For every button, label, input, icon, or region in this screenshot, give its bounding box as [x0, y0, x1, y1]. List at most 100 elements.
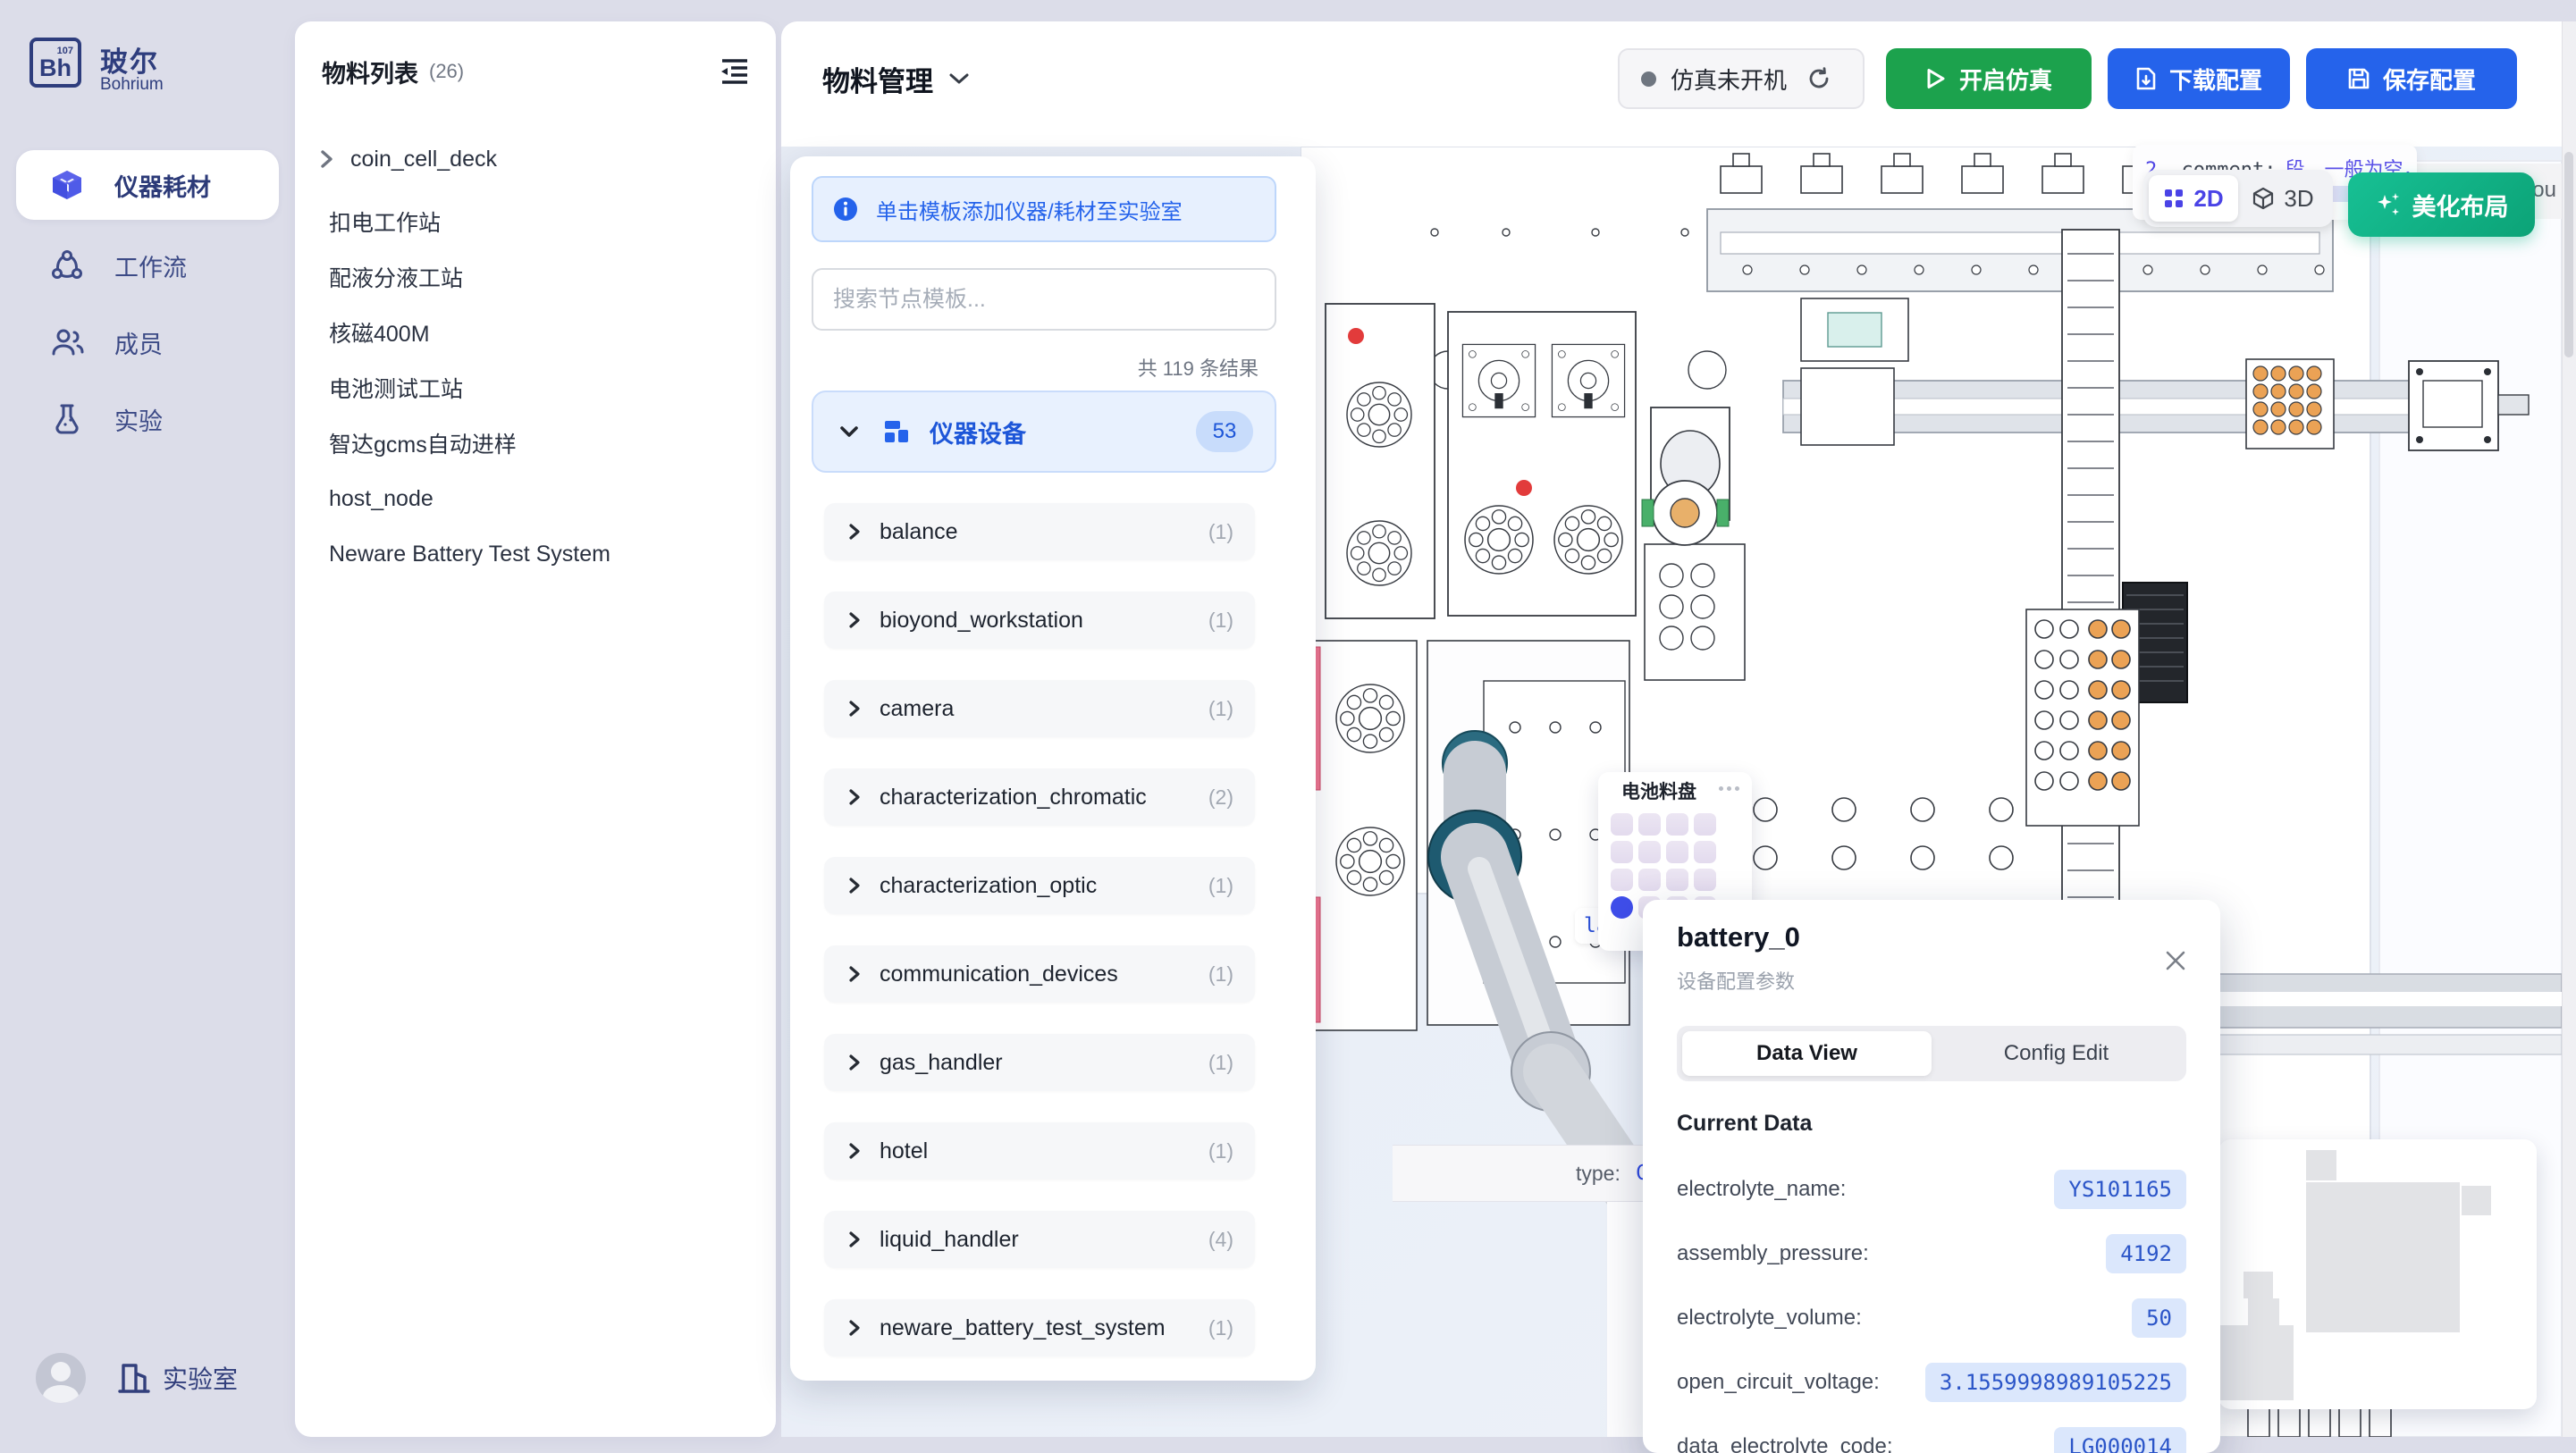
sidebar-item-instruments[interactable]: 仪器耗材	[16, 150, 279, 220]
avatar[interactable]	[36, 1353, 86, 1403]
template-item[interactable]: balance (1)	[824, 503, 1255, 560]
tray-slot[interactable]	[1638, 869, 1661, 891]
data-label: assembly_pressure:	[1677, 1241, 1869, 1266]
template-list: balance (1) bioyond_workstation (1) came	[824, 503, 1282, 1381]
device-config-popup: battery_0 设备配置参数 Data View Config Edit C…	[1643, 900, 2220, 1453]
tab-data-view[interactable]: Data View	[1682, 1031, 1932, 1076]
tree-item[interactable]: 核磁400M	[329, 306, 740, 359]
chevron-right-icon	[847, 1318, 862, 1338]
beautify-layout-button[interactable]: 美化布局	[2348, 172, 2535, 237]
sidebar-item-label: 工作流	[114, 248, 187, 283]
tray-slot[interactable]	[1694, 841, 1716, 863]
chevron-right-icon	[318, 148, 334, 170]
template-item[interactable]: liquid_handler (4)	[824, 1211, 1255, 1268]
chevron-right-icon	[847, 699, 862, 718]
tray-slot[interactable]	[1694, 813, 1716, 836]
search-input[interactable]	[813, 270, 1275, 329]
template-item[interactable]: characterization_optic (1)	[824, 857, 1255, 914]
tray-slot[interactable]	[1666, 841, 1688, 863]
minimap-block	[2248, 1298, 2279, 1327]
tray-slot[interactable]	[1638, 813, 1661, 836]
data-label: electrolyte_volume:	[1677, 1306, 1862, 1331]
app: 107 Bh 玻尔 Bohrium 仪器耗材 工作流 成员	[0, 0, 2576, 1453]
cube-icon	[50, 168, 84, 202]
page-title-dropdown[interactable]: 物料管理	[822, 55, 971, 102]
chevron-right-icon	[847, 1230, 862, 1249]
materials-count: (26)	[429, 60, 464, 83]
minimap[interactable]	[2218, 1139, 2537, 1409]
brand-name-en: Bohrium	[100, 75, 164, 95]
sidebar-footer[interactable]: 实验室	[36, 1349, 286, 1407]
data-label: electrolyte_name:	[1677, 1177, 1846, 1202]
collapse-list-icon[interactable]	[719, 57, 751, 86]
data-value: LG000014	[2054, 1427, 2186, 1453]
tree-item[interactable]: 电池测试工站	[329, 361, 740, 415]
chevron-down-icon	[947, 71, 971, 87]
template-item[interactable]: camera (1)	[824, 680, 1255, 737]
status-label: 仿真未开机	[1671, 63, 1787, 96]
building-icon	[118, 1361, 150, 1395]
tray-slot[interactable]	[1611, 813, 1633, 836]
type-key: type:	[1576, 1162, 1621, 1186]
layout-grid-icon	[883, 418, 910, 445]
sidebar: 107 Bh 玻尔 Bohrium 仪器耗材 工作流 成员	[0, 0, 295, 1453]
node-template-panel: 单击模板添加仪器/耗材至实验室 共 119 条结果 仪器设备 53 b	[790, 156, 1316, 1381]
materials-header: 物料列表 (26)	[322, 52, 751, 91]
chevron-right-icon	[847, 522, 862, 542]
template-item[interactable]: hotel (1)	[824, 1122, 1255, 1180]
tree-item[interactable]: host_node	[329, 472, 740, 525]
template-item[interactable]: neware_battery_test_system (1)	[824, 1299, 1255, 1356]
tree-item[interactable]: Neware Battery Test System	[329, 527, 740, 581]
device-subtitle: 设备配置参数	[1677, 966, 1795, 995]
data-value: 3.1559998989105225	[1925, 1363, 2186, 1402]
scrollbar-thumb[interactable]	[2564, 152, 2573, 357]
tray-slot[interactable]	[1638, 841, 1661, 863]
refresh-icon[interactable]	[1806, 66, 1831, 91]
template-item[interactable]: communication_devices (1)	[824, 945, 1255, 1003]
data-value: 4192	[2106, 1234, 2186, 1273]
tree-item-coin-cell-deck[interactable]: coin_cell_deck	[318, 132, 729, 186]
minimap-block	[2462, 1186, 2491, 1215]
sidebar-item-label: 实验	[114, 402, 163, 437]
template-item[interactable]: characterization_chromatic (2)	[824, 768, 1255, 826]
more-options-icon[interactable]	[1719, 786, 1739, 791]
download-config-button[interactable]: 下载配置	[2108, 48, 2290, 109]
tree-item[interactable]: 智达gcms自动进样	[329, 416, 740, 470]
battery-tray-header: 电池料盘	[1598, 772, 1752, 810]
sidebar-item-experiments[interactable]: 实验	[16, 384, 279, 454]
result-count: 共 119 条结果	[1138, 353, 1259, 382]
brand-name-cn: 玻尔	[100, 39, 159, 80]
grid-2d-icon	[2163, 188, 2185, 209]
tab-config-edit[interactable]: Config Edit	[1932, 1031, 2181, 1076]
chevron-right-icon	[847, 1141, 862, 1161]
tray-slot[interactable]	[1666, 869, 1688, 891]
view-2d-button[interactable]: 2D	[2149, 175, 2238, 222]
save-config-button[interactable]: 保存配置	[2306, 48, 2517, 109]
data-row: assembly_pressure: 4192	[1677, 1222, 2186, 1286]
close-icon[interactable]	[2161, 946, 2190, 975]
tree-item[interactable]: 扣电工作站	[329, 195, 740, 248]
chevron-right-icon	[847, 876, 862, 895]
start-simulation-button[interactable]: 开启仿真	[1886, 48, 2092, 109]
category-instruments[interactable]: 仪器设备 53	[812, 391, 1276, 473]
tray-slot[interactable]	[1611, 841, 1633, 863]
tray-slot[interactable]	[1694, 869, 1716, 891]
tray-slot[interactable]	[1611, 869, 1633, 891]
sidebar-item-workflow[interactable]: 工作流	[16, 231, 279, 300]
sidebar-item-label: 仪器耗材	[114, 168, 211, 203]
tray-slot[interactable]	[1666, 813, 1688, 836]
template-item[interactable]: bioyond_workstation (1)	[824, 592, 1255, 649]
minimap-block	[2306, 1150, 2336, 1180]
sidebar-item-members[interactable]: 成员	[16, 307, 279, 377]
data-value: YS101165	[2054, 1170, 2186, 1209]
popup-tabs: Data View Config Edit	[1677, 1026, 2186, 1081]
chevron-right-icon	[847, 1053, 862, 1072]
view-3d-button[interactable]: 3D	[2238, 175, 2328, 222]
battery-tray-title: 电池料盘	[1621, 777, 1696, 804]
minimap-block	[2306, 1182, 2460, 1332]
tray-slot-selected[interactable]	[1611, 896, 1633, 919]
template-item[interactable]: gas_handler (1)	[824, 1034, 1255, 1091]
data-value: 50	[2132, 1298, 2186, 1338]
tree-item[interactable]: 配液分液工站	[329, 250, 740, 304]
chevron-right-icon	[847, 610, 862, 630]
